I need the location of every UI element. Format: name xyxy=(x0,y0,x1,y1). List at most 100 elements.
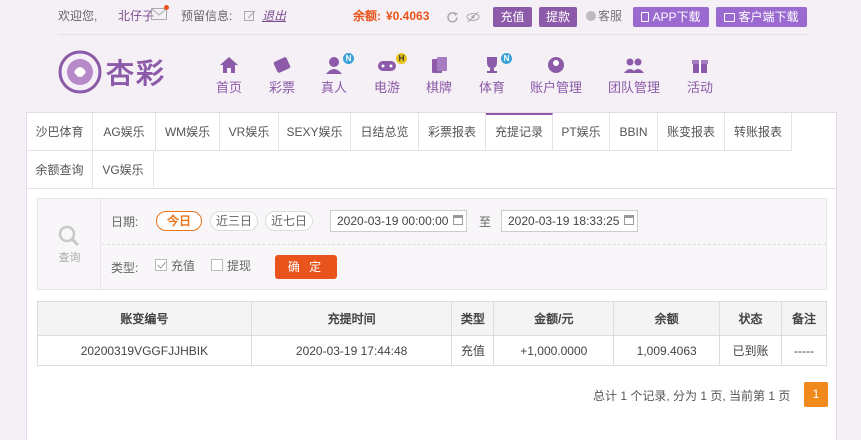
nav-team[interactable]: 团队管理 xyxy=(608,56,660,96)
hide-balance-icon[interactable] xyxy=(466,11,480,23)
home-icon xyxy=(220,57,238,73)
report-tabs: 沙巴体育 AG娱乐 WM娱乐 VR娱乐 SEXY娱乐 日结总览 彩票报表 充提记… xyxy=(27,113,836,189)
col-amount: 金额/元 xyxy=(493,301,615,336)
date-label: 日期: xyxy=(111,215,139,229)
confirm-button[interactable]: 确 定 xyxy=(275,255,337,279)
cards-icon xyxy=(432,57,447,73)
nav-home[interactable]: 首页 xyxy=(215,56,243,96)
service-icon xyxy=(586,11,596,21)
phone-icon xyxy=(641,12,650,22)
refresh-icon[interactable] xyxy=(446,11,459,24)
nav-egames-label: 电游 xyxy=(373,80,400,95)
tab-deposit-withdraw-records[interactable]: 充提记录 xyxy=(486,113,553,151)
recharge-checkbox-label: 充值 xyxy=(171,259,196,273)
service-label: 客服 xyxy=(598,9,623,23)
last-3-days-pill[interactable]: 近三日 xyxy=(210,211,258,231)
tab-vg[interactable]: VG娱乐 xyxy=(93,151,154,189)
type-label: 类型: xyxy=(111,261,139,275)
calendar-icon xyxy=(453,215,463,225)
logo-text: 杏彩 xyxy=(106,57,167,90)
trophy-icon xyxy=(487,57,497,73)
monitor-icon xyxy=(724,13,736,22)
tab-transfer-report[interactable]: 转账报表 xyxy=(725,113,792,151)
col-time: 充提时间 xyxy=(250,301,453,336)
recharge-button[interactable]: 充值 xyxy=(493,7,532,27)
team-icon xyxy=(624,58,644,73)
nav-lottery[interactable]: 彩票 xyxy=(268,56,296,96)
tab-sexy[interactable]: SEXY娱乐 xyxy=(279,113,351,151)
end-date-value: 2020-03-19 18:33:25 xyxy=(508,214,620,228)
live-dealer-icon xyxy=(326,57,342,74)
tab-wm[interactable]: WM娱乐 xyxy=(156,113,220,151)
welcome-text: 欢迎您, xyxy=(58,9,98,23)
tab-pt[interactable]: PT娱乐 xyxy=(553,113,610,151)
table-header-row: 账变编号 充提时间 类型 金额/元 余额 状态 备注 xyxy=(37,301,827,336)
cell-status: 已到账 xyxy=(719,335,782,366)
hot-badge: H xyxy=(396,53,407,64)
col-balance: 余额 xyxy=(613,301,721,336)
recharge-checkbox[interactable] xyxy=(155,259,167,271)
withdraw-checkbox-label: 提现 xyxy=(227,259,252,273)
nav-chess-label: 棋牌 xyxy=(425,80,452,95)
pagination-summary: 总计 1 个记录, 分为 1 页, 当前第 1 页 xyxy=(593,389,791,403)
username-link[interactable]: 北仔子 xyxy=(118,8,154,24)
gift-icon xyxy=(692,60,708,73)
tab-saba-sports[interactable]: 沙巴体育 xyxy=(27,113,93,151)
withdraw-checkbox[interactable] xyxy=(211,259,223,271)
tab-daily-overview[interactable]: 日结总览 xyxy=(351,113,419,151)
col-type: 类型 xyxy=(451,301,495,336)
tab-lottery-report[interactable]: 彩票报表 xyxy=(419,113,486,151)
nav-sports-label: 体育 xyxy=(478,80,505,95)
today-pill[interactable]: 今日 xyxy=(156,211,202,231)
nav-chess[interactable]: 棋牌 xyxy=(425,56,453,96)
tab-vr[interactable]: VR娱乐 xyxy=(220,113,279,151)
cell-remark: ----- xyxy=(781,335,827,366)
start-date-value: 2020-03-19 00:00:00 xyxy=(337,214,449,228)
mail-icon[interactable] xyxy=(151,5,169,20)
nav-egames[interactable]: H 电游 xyxy=(373,53,407,96)
col-transaction-id: 账变编号 xyxy=(37,301,252,336)
new-badge: N xyxy=(343,53,354,64)
logout-link[interactable]: 退出 xyxy=(262,8,286,24)
table-row: 20200319VGGFJJHBIK 2020-03-19 17:44:48 充… xyxy=(37,335,827,366)
client-download-button[interactable]: 客户端下载 xyxy=(716,7,807,27)
search-icon xyxy=(58,225,80,247)
nav-live-label: 真人 xyxy=(320,80,347,95)
page-1-button[interactable]: 1 xyxy=(804,382,828,407)
query-label: 查询 xyxy=(58,252,81,264)
start-date-input[interactable]: 2020-03-19 00:00:00 xyxy=(330,210,467,232)
nav-activity-label: 活动 xyxy=(686,80,713,95)
nav-activity[interactable]: 活动 xyxy=(686,56,714,96)
app-download-label: APP下载 xyxy=(652,10,701,24)
filter-divider xyxy=(102,244,826,245)
nav-home-label: 首页 xyxy=(215,80,242,95)
tab-account-change-report[interactable]: 账变报表 xyxy=(658,113,725,151)
tab-bbin[interactable]: BBIN xyxy=(610,113,658,151)
date-range-separator: 至 xyxy=(479,215,492,229)
cell-amount: +1,000.0000 xyxy=(493,335,615,366)
cell-time: 2020-03-19 17:44:48 xyxy=(250,335,453,366)
withdraw-button[interactable]: 提款 xyxy=(539,7,577,27)
site-logo[interactable]: 杏彩 xyxy=(58,50,173,98)
nav-account[interactable]: 账户管理 xyxy=(530,56,582,96)
cell-balance: 1,009.4063 xyxy=(613,335,721,366)
query-section[interactable]: 查询 xyxy=(38,199,101,289)
app-download-button[interactable]: APP下载 xyxy=(633,7,709,27)
tab-ag[interactable]: AG娱乐 xyxy=(93,113,156,151)
main-panel: 沙巴体育 AG娱乐 WM娱乐 VR娱乐 SEXY娱乐 日结总览 彩票报表 充提记… xyxy=(26,112,837,440)
filter-box: 查询 日期: 今日 近三日 近七日 2020-03-19 00:00:00 至 … xyxy=(37,198,827,290)
tab-balance-query[interactable]: 余额查询 xyxy=(27,151,93,189)
logo-emblem-icon xyxy=(58,50,102,94)
nav-team-label: 团队管理 xyxy=(608,80,661,95)
lottery-ticket-icon xyxy=(273,57,291,73)
edit-icon[interactable] xyxy=(244,10,256,22)
customer-service-link[interactable]: 客服 xyxy=(586,8,622,24)
last-7-days-pill[interactable]: 近七日 xyxy=(265,211,313,231)
nav-sports[interactable]: N 体育 xyxy=(478,53,512,96)
gamepad-icon xyxy=(378,61,396,71)
account-icon xyxy=(548,57,564,73)
nav-lottery-label: 彩票 xyxy=(268,80,295,95)
nav-live[interactable]: N 真人 xyxy=(320,53,354,96)
end-date-input[interactable]: 2020-03-19 18:33:25 xyxy=(501,210,638,232)
cell-type: 充值 xyxy=(451,335,495,366)
